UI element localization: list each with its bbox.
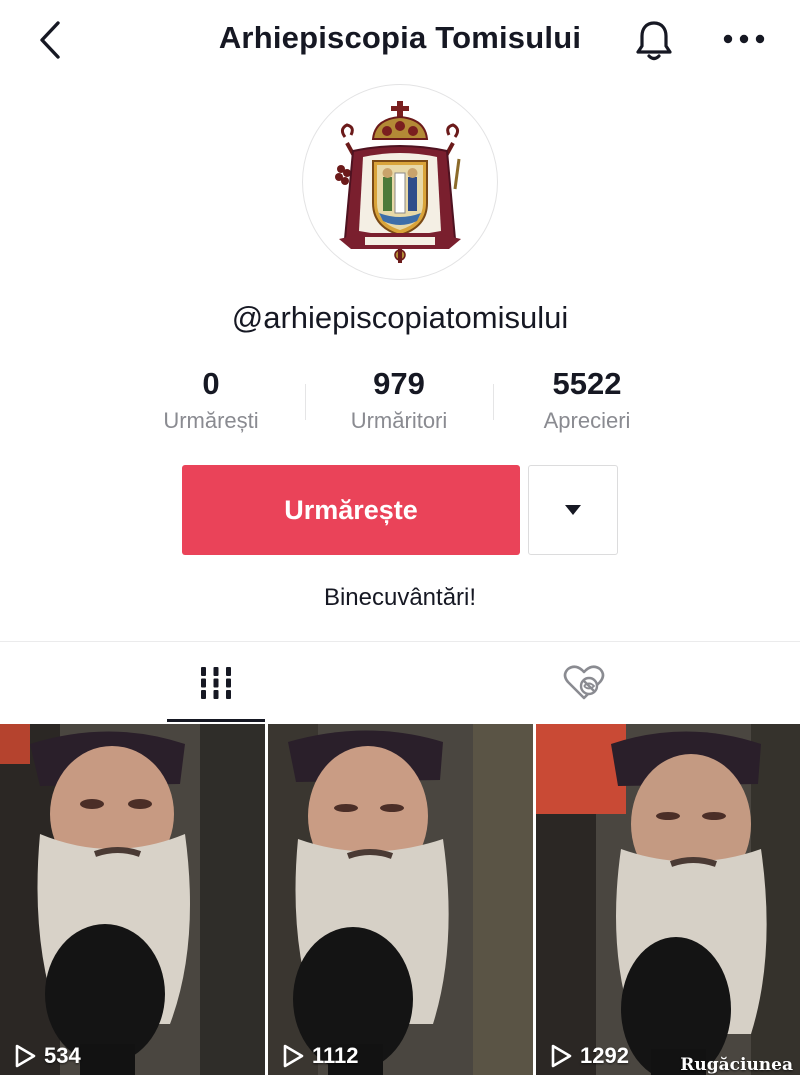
- stat-divider: [305, 384, 306, 420]
- tab-liked-videos[interactable]: [535, 642, 633, 724]
- video-grid: 534 1112 1292 Rugăciunea: [0, 724, 800, 1075]
- priest-portrait-thumbnail: [0, 724, 265, 1075]
- priest-portrait-thumbnail: [268, 724, 533, 1075]
- avatar[interactable]: [302, 84, 498, 280]
- play-icon: [283, 1044, 304, 1068]
- tab-videos[interactable]: [167, 642, 265, 724]
- video-thumbnail[interactable]: 1292 Rugăciunea: [536, 724, 800, 1075]
- stat-likes[interactable]: 5522 Aprecieri: [493, 362, 681, 444]
- caret-down-icon: [565, 505, 581, 515]
- heart-hidden-icon: [563, 665, 605, 700]
- video-view-count: 534: [14, 1043, 81, 1069]
- page-title: Arhiepiscopia Tomisului: [218, 20, 582, 55]
- play-icon: [551, 1044, 572, 1068]
- view-count-text: 1292: [580, 1043, 629, 1068]
- video-thumbnail[interactable]: 1112: [268, 724, 533, 1075]
- stat-likes-label: Aprecieri: [543, 408, 631, 433]
- stat-likes-value: 5522: [552, 366, 622, 401]
- stat-followers[interactable]: 979 Urmăritori: [305, 362, 493, 444]
- top-bar: Arhiepiscopia Tomisului: [0, 0, 800, 80]
- video-caption-overlay: Rugăciunea: [680, 1055, 793, 1075]
- profile-stats: 0 Urmărești 979 Urmăritori 5522 Aprecier…: [117, 362, 683, 444]
- stat-followers-value: 979: [373, 366, 425, 401]
- stat-followers-label: Urmăritori: [350, 408, 448, 433]
- notification-bell-button[interactable]: [630, 17, 678, 65]
- profile-username: @arhiepiscopiatomisului: [231, 300, 569, 335]
- more-options-button[interactable]: [718, 17, 770, 61]
- more-dots-icon: [723, 34, 765, 44]
- follow-button[interactable]: Urmărește: [182, 465, 520, 555]
- stat-following[interactable]: 0 Urmărești: [117, 362, 305, 444]
- view-count-text: 534: [44, 1043, 81, 1068]
- active-tab-indicator: [167, 719, 265, 722]
- profile-bio: Binecuvântări!: [323, 584, 477, 611]
- archdiocese-coat-of-arms-logo: [335, 101, 461, 263]
- play-icon: [15, 1044, 36, 1068]
- stat-following-label: Urmărești: [163, 408, 259, 433]
- stat-following-value: 0: [202, 366, 220, 401]
- video-view-count: 1292: [550, 1043, 629, 1069]
- bell-icon: [636, 21, 672, 61]
- video-thumbnail[interactable]: 534: [0, 724, 265, 1075]
- grid-icon: [201, 667, 231, 699]
- priest-portrait-thumbnail: [536, 724, 800, 1075]
- suggested-accounts-dropdown-button[interactable]: [528, 465, 618, 555]
- profile-tabs: [0, 642, 800, 724]
- video-view-count: 1112: [282, 1043, 359, 1069]
- view-count-text: 1112: [312, 1043, 359, 1068]
- stat-divider: [493, 384, 494, 420]
